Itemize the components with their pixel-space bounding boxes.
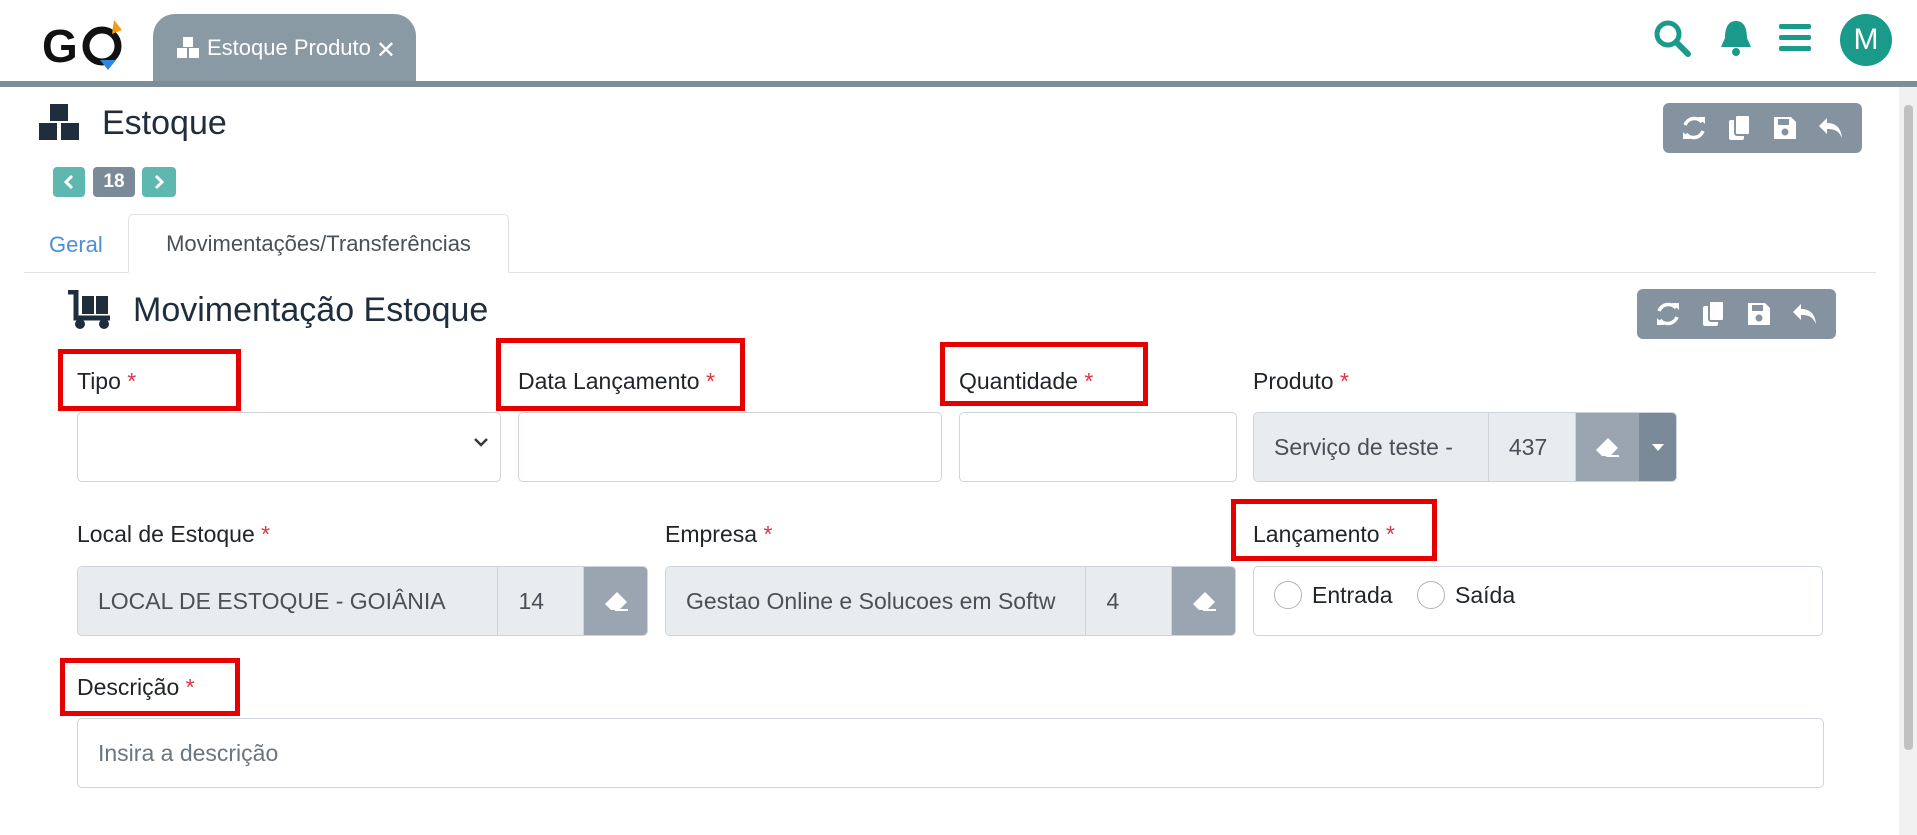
produto-clear-button[interactable] [1575, 413, 1640, 481]
previous-record-button[interactable] [53, 167, 85, 197]
refresh-button[interactable] [1650, 296, 1686, 332]
lancamento-radio-group: Entrada Saída [1253, 566, 1823, 636]
user-avatar[interactable]: M [1840, 14, 1892, 66]
produto-lookup[interactable]: Serviço de teste - 437 [1253, 412, 1677, 482]
page-title: Estoque [102, 104, 227, 142]
chevron-down-icon [474, 438, 488, 447]
tipo-select[interactable] [77, 412, 501, 482]
save-button[interactable] [1767, 110, 1803, 146]
record-number-badge: 18 [93, 167, 135, 197]
radio-saida-label: Saída [1455, 581, 1516, 608]
highlight-box [496, 338, 745, 411]
undo-button[interactable] [1813, 110, 1849, 146]
top-bar: G Estoque Produto ✕ M [0, 0, 1917, 81]
descricao-input[interactable]: Insira a descrição [77, 718, 1824, 788]
boxes-icon [39, 104, 79, 140]
caret-down-icon [1651, 444, 1664, 451]
local-estoque-id: 14 [498, 567, 585, 635]
refresh-button[interactable] [1676, 110, 1712, 146]
radio-entrada-label: Entrada [1312, 581, 1393, 608]
local-estoque-name: LOCAL DE ESTOQUE - GOIÂNIA [78, 567, 499, 635]
data-lancamento-input[interactable] [518, 412, 942, 482]
highlight-box [60, 658, 240, 716]
local-estoque-lookup[interactable]: LOCAL DE ESTOQUE - GOIÂNIA 14 [77, 566, 648, 636]
copy-button[interactable] [1696, 296, 1732, 332]
radio-circle[interactable] [1274, 581, 1302, 609]
highlight-box [940, 342, 1148, 406]
app-logo[interactable]: G [42, 16, 134, 72]
produto-name: Serviço de teste - [1254, 413, 1489, 481]
menu-icon[interactable] [1775, 18, 1815, 58]
chevron-left-icon [63, 174, 74, 190]
eraser-icon [604, 592, 628, 611]
eraser-icon [1192, 592, 1216, 611]
save-button[interactable] [1741, 296, 1777, 332]
empresa-lookup[interactable]: Gestao Online e Solucoes em Softw 4 [665, 566, 1236, 636]
produto-dropdown-button[interactable] [1639, 413, 1676, 481]
boxes-icon [177, 36, 199, 58]
section-toolbar [1637, 289, 1836, 339]
undo-button[interactable] [1787, 296, 1823, 332]
highlight-box [1231, 499, 1437, 561]
produto-label: Produto * [1253, 368, 1349, 394]
chevron-right-icon [154, 174, 165, 190]
copy-button[interactable] [1722, 110, 1758, 146]
tab-estoque-produto[interactable]: Estoque Produto ✕ [153, 14, 416, 81]
next-record-button[interactable] [142, 167, 176, 197]
local-estoque-label: Local de Estoque * [77, 521, 271, 547]
section-title: Movimentação Estoque [133, 291, 489, 329]
empresa-name: Gestao Online e Solucoes em Softw [666, 567, 1087, 635]
quantidade-input[interactable] [959, 412, 1237, 482]
eraser-icon [1596, 438, 1620, 457]
top-bar-divider [0, 81, 1917, 87]
tab-movimentacoes[interactable]: Movimentações/Transferências [128, 214, 509, 273]
empresa-clear-button[interactable] [1172, 567, 1235, 635]
radio-circle[interactable] [1417, 581, 1445, 609]
radio-saida[interactable]: Saída [1417, 581, 1515, 609]
radio-entrada[interactable]: Entrada [1274, 581, 1393, 609]
empresa-id: 4 [1086, 567, 1173, 635]
svg-text:G: G [42, 20, 78, 72]
scrollbar-thumb[interactable] [1904, 105, 1913, 750]
page-toolbar [1663, 103, 1862, 153]
empresa-label: Empresa * [665, 521, 773, 547]
local-estoque-clear-button[interactable] [584, 567, 647, 635]
search-icon[interactable] [1652, 18, 1692, 58]
close-tab-icon[interactable]: ✕ [376, 36, 396, 65]
bell-icon[interactable] [1716, 18, 1756, 58]
tab-geral[interactable]: Geral [49, 232, 103, 258]
dolly-icon [68, 290, 110, 329]
tab-label: Estoque Produto [207, 34, 371, 60]
highlight-box [58, 349, 241, 411]
produto-id: 437 [1488, 413, 1576, 481]
